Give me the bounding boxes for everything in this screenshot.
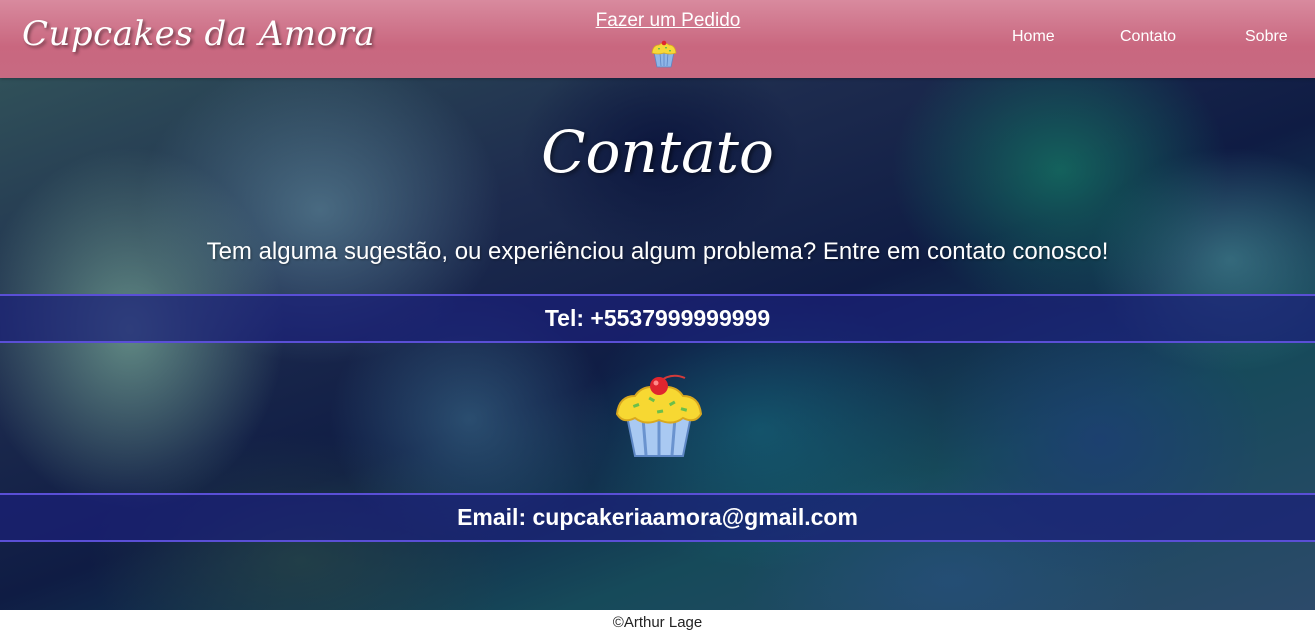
site-header: Cupcakes da Amora Fazer um Pedido Home C… [0,0,1315,78]
page-subtitle: Tem alguma sugestão, ou experiênciou alg… [206,238,1109,265]
page-title: Contato [541,118,774,186]
nav-home[interactable]: Home [1012,28,1055,46]
phone-banner: Tel: +5537999999999 [0,294,1315,343]
footer-credit: ©Arthur Lage [612,614,703,631]
site-footer: ©Arthur Lage [0,610,1315,636]
nav-contato[interactable]: Contato [1120,28,1176,46]
email-banner: Email: cupcakeriaamora@gmail.com [0,493,1315,542]
site-logo[interactable]: Cupcakes da Amora [22,14,375,54]
contact-page: Cupcakes da Amora Fazer um Pedido Home C… [0,0,1315,636]
cupcake-icon[interactable] [650,39,678,69]
cupcake-icon [615,374,703,457]
order-link[interactable]: Fazer um Pedido [588,10,748,32]
nav-sobre[interactable]: Sobre [1245,28,1288,46]
